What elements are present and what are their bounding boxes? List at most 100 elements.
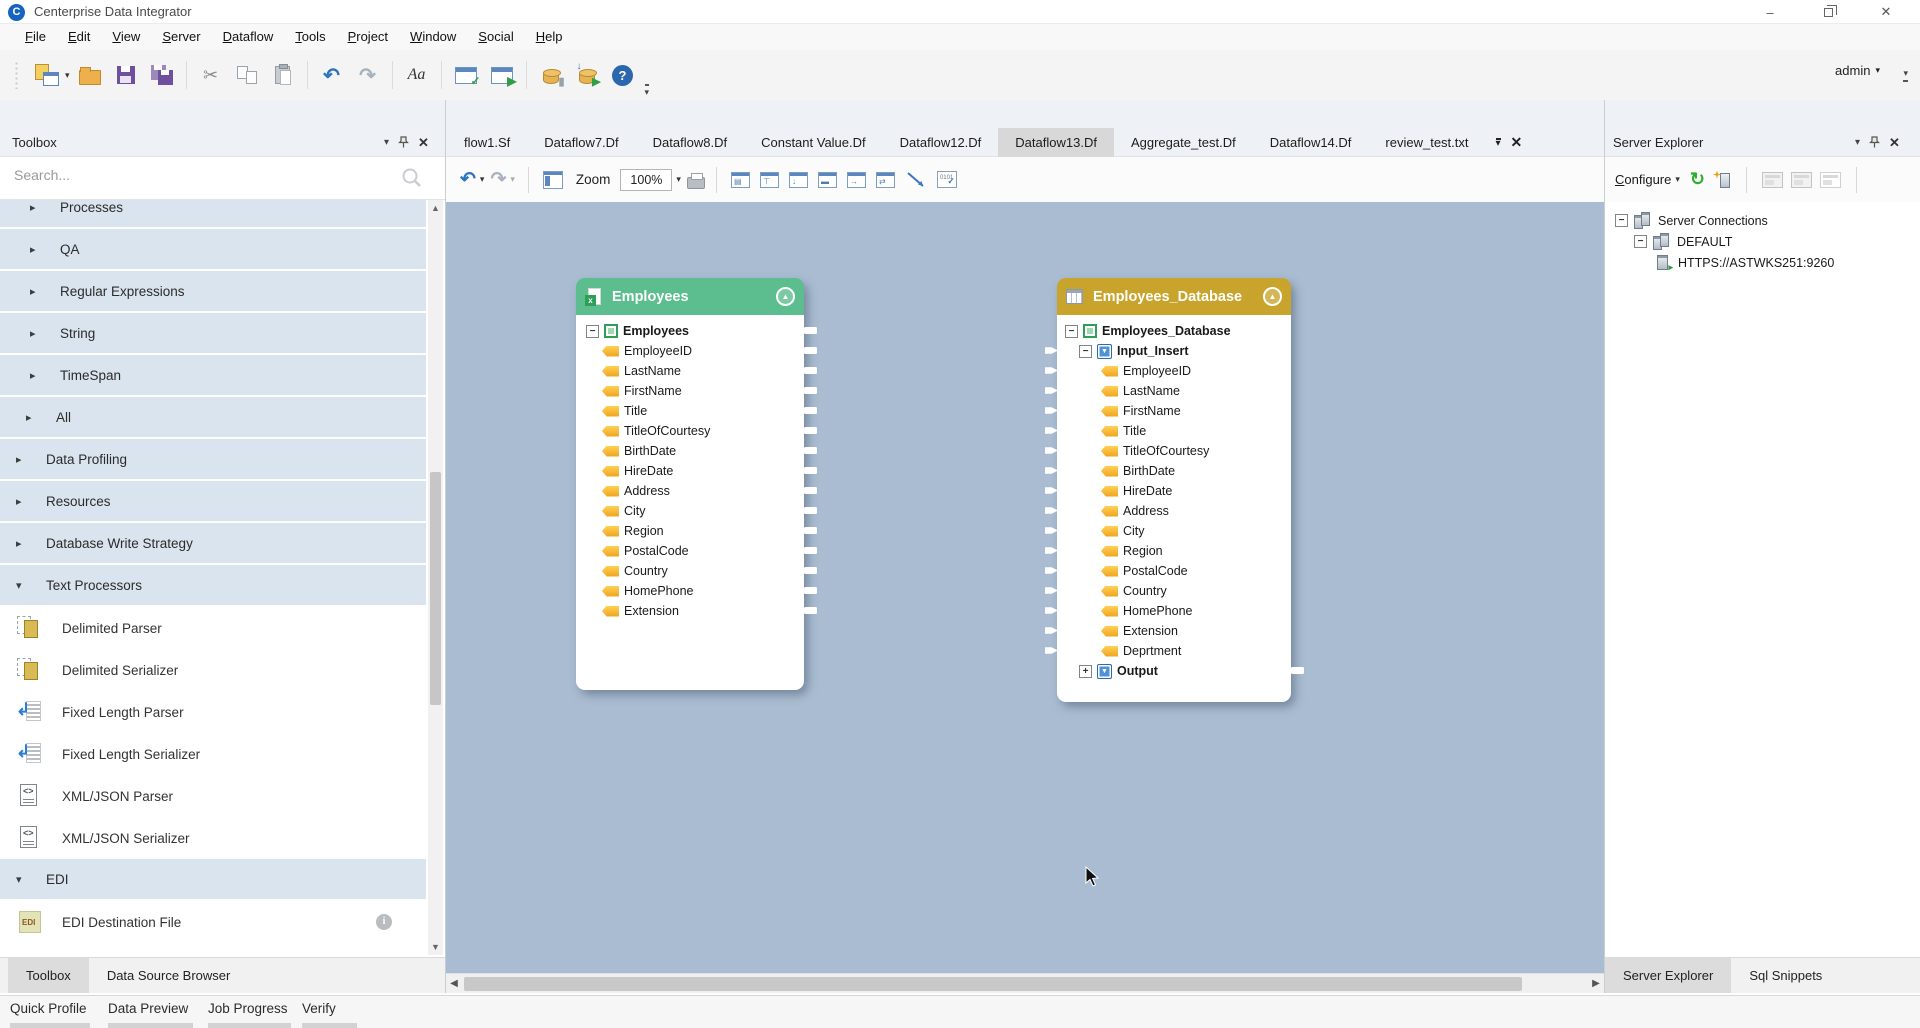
menu-item-project[interactable]: Project — [337, 24, 399, 50]
auto-layout-icon[interactable]: ▤ — [731, 172, 750, 188]
menu-item-window[interactable]: Window — [399, 24, 467, 50]
redo-icon[interactable]: ↷ — [352, 59, 384, 91]
output-port[interactable] — [804, 447, 817, 454]
output-port[interactable] — [804, 367, 817, 374]
preview-grid-icon[interactable]: 0101✓ — [937, 171, 957, 188]
paste-icon[interactable] — [267, 59, 299, 91]
scroll-right-icon[interactable]: ▶ — [1588, 974, 1604, 994]
node-row-country[interactable]: Country — [1057, 581, 1291, 601]
panel-tab-server-explorer[interactable]: Server Explorer — [1605, 958, 1731, 993]
node-row-country[interactable]: Country — [576, 561, 804, 581]
open-folder-icon[interactable] — [74, 59, 106, 91]
status-tab-data-preview[interactable]: Data Preview — [108, 1001, 188, 1016]
refresh-icon[interactable]: ↻ — [1690, 169, 1705, 190]
toolbox-category-text-processors[interactable]: ▾Text Processors — [0, 565, 426, 605]
menu-item-dataflow[interactable]: Dataflow — [212, 24, 285, 50]
document-tab[interactable]: flow1.Sf — [447, 128, 527, 157]
help-icon[interactable]: ? — [607, 59, 639, 91]
document-tab[interactable]: Dataflow13.Df — [998, 128, 1114, 157]
output-port[interactable] — [804, 327, 817, 334]
toolbox-category-processes[interactable]: ▸Processes — [0, 200, 426, 227]
scroll-down-icon[interactable]: ▼ — [428, 939, 443, 955]
node-row-deprtment[interactable]: Deprtment — [1057, 641, 1291, 661]
node-row-employeeid[interactable]: EmployeeID — [1057, 361, 1291, 381]
toolbox-category-regular-expressions[interactable]: ▸Regular Expressions — [0, 271, 426, 311]
node-row-homephone[interactable]: HomePhone — [1057, 601, 1291, 621]
search-input[interactable] — [14, 167, 384, 183]
node-row-extension[interactable]: Extension — [576, 601, 804, 621]
tree-item-server-connections[interactable]: −Server Connections — [1605, 210, 1920, 231]
node-employees_database[interactable]: Employees_Database▲−Employees_Database−▼… — [1057, 278, 1291, 702]
toolbox-category-all[interactable]: ▸All — [0, 397, 426, 437]
tree-item-default[interactable]: −DEFAULT — [1605, 231, 1920, 252]
verify-window-icon[interactable]: ✓ — [450, 59, 482, 91]
status-tab-quick-profile[interactable]: Quick Profile — [10, 1001, 87, 1016]
toolbox-menu-icon[interactable]: ▾ — [384, 137, 389, 148]
zoom-value[interactable]: 100% — [620, 169, 672, 191]
output-port[interactable] — [804, 567, 817, 574]
dataflow-canvas[interactable]: xEmployees▲−EmployeesEmployeeIDLastNameF… — [446, 202, 1604, 973]
node-collapse-icon[interactable]: ▲ — [776, 287, 795, 306]
database-job-icon[interactable]: ▮ — [535, 59, 567, 91]
menu-item-social[interactable]: Social — [467, 24, 524, 50]
print-icon[interactable] — [687, 177, 705, 189]
node-row-employees-database[interactable]: −Employees_Database — [1057, 321, 1291, 341]
user-menu[interactable]: admin ▾ — [1835, 63, 1880, 78]
save-all-icon[interactable] — [146, 59, 178, 91]
node-row-address[interactable]: Address — [1057, 501, 1291, 521]
node-row-birthdate[interactable]: BirthDate — [576, 441, 804, 461]
menu-item-view[interactable]: View — [101, 24, 151, 50]
output-port[interactable] — [1291, 667, 1304, 674]
canvas-undo-dropdown-icon[interactable]: ▾ — [480, 174, 485, 185]
toolbox-category-resources[interactable]: ▸Resources — [0, 481, 426, 521]
node-row-region[interactable]: Region — [1057, 541, 1291, 561]
node-row-birthdate[interactable]: BirthDate — [1057, 461, 1291, 481]
node-header[interactable]: Employees_Database▲ — [1057, 278, 1291, 315]
toolbox-item-fixed-length-parser[interactable]: ↳Fixed Length Parser — [0, 691, 426, 733]
node-row-extension[interactable]: Extension — [1057, 621, 1291, 641]
toolbox-category-string[interactable]: ▸String — [0, 313, 426, 353]
output-port[interactable] — [804, 527, 817, 534]
node-row-employeeid[interactable]: EmployeeID — [576, 341, 804, 361]
toolbox-category-edi[interactable]: ▾EDI — [0, 859, 426, 899]
node-row-hiredate[interactable]: HireDate — [1057, 481, 1291, 501]
expand-box-icon[interactable]: + — [1079, 665, 1092, 678]
server-explorer-pin-icon[interactable] — [1869, 136, 1880, 149]
node-row-titleofcourtesy[interactable]: TitleOfCourtesy — [1057, 441, 1291, 461]
canvas-hscrollbar[interactable]: ◀ ▶ — [446, 973, 1604, 993]
node-row-titleofcourtesy[interactable]: TitleOfCourtesy — [576, 421, 804, 441]
node-row-title[interactable]: Title — [1057, 421, 1291, 441]
canvas-redo-icon[interactable]: ↷ — [490, 168, 506, 191]
new-dropdown-icon[interactable]: ▾ — [65, 70, 70, 81]
align-right-icon[interactable]: → — [847, 172, 866, 188]
node-row-lastname[interactable]: LastName — [576, 361, 804, 381]
tab-list-dropdown-icon[interactable]: ▾ — [1496, 138, 1501, 148]
toolbox-item-edi-destination-file[interactable]: EDIEDI Destination Filei — [0, 901, 426, 943]
toolbar-options-icon[interactable]: ▾ — [1903, 68, 1908, 82]
panel-tab-data-source-browser[interactable]: Data Source Browser — [89, 958, 249, 993]
add-server-icon[interactable] — [1713, 171, 1731, 189]
cut-icon[interactable]: ✂ — [195, 59, 227, 91]
scroll-up-icon[interactable]: ▲ — [428, 200, 443, 216]
menu-item-server[interactable]: Server — [151, 24, 211, 50]
tab-close-icon[interactable]: ✕ — [1511, 134, 1523, 151]
collapse-all-icon[interactable]: ▬ — [818, 172, 837, 188]
document-tab[interactable]: Dataflow14.Df — [1253, 128, 1369, 157]
document-tab[interactable]: Dataflow12.Df — [883, 128, 999, 157]
collapse-box-icon[interactable]: − — [586, 325, 599, 338]
output-port[interactable] — [804, 407, 817, 414]
server-properties-icon[interactable] — [1762, 172, 1783, 188]
node-header[interactable]: xEmployees▲ — [576, 278, 804, 315]
node-row-lastname[interactable]: LastName — [1057, 381, 1291, 401]
document-tab[interactable]: Dataflow7.Df — [527, 128, 635, 157]
output-port[interactable] — [804, 347, 817, 354]
canvas-undo-icon[interactable]: ↶ — [460, 168, 476, 191]
document-tab[interactable]: Dataflow8.Df — [636, 128, 744, 157]
monitor-icon[interactable] — [1820, 172, 1841, 188]
status-tab-job-progress[interactable]: Job Progress — [208, 1001, 288, 1016]
output-port[interactable] — [804, 587, 817, 594]
menu-item-tools[interactable]: Tools — [284, 24, 336, 50]
database-run-icon[interactable]: ▶↓ — [571, 59, 603, 91]
node-row-postalcode[interactable]: PostalCode — [1057, 561, 1291, 581]
document-tab[interactable]: Aggregate_test.Df — [1114, 128, 1253, 157]
